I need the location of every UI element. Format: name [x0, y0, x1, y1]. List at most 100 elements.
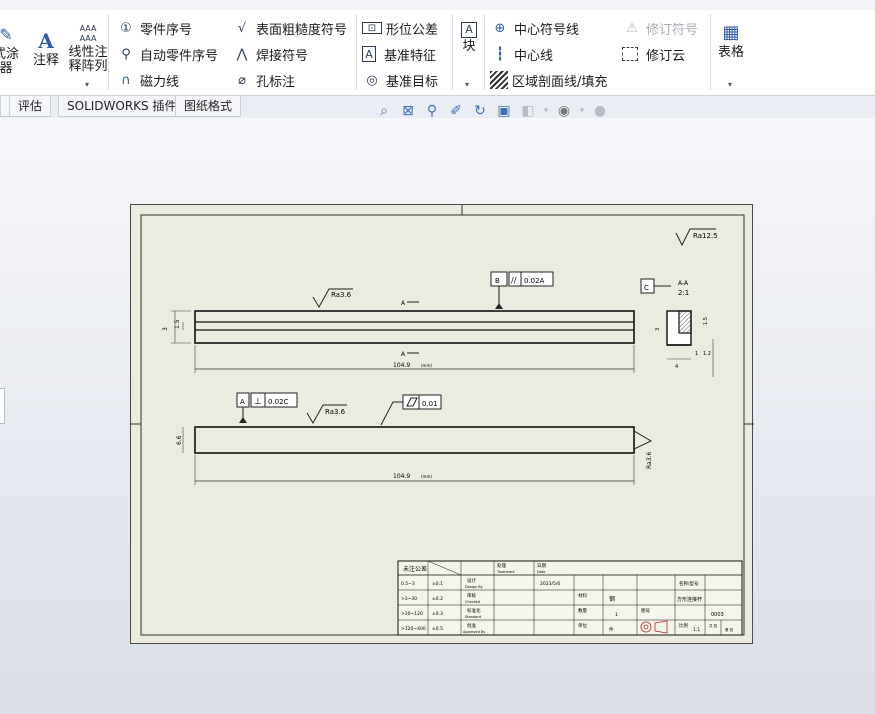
tb-role-design: 设计: [467, 577, 476, 584]
drawing-sheet[interactable]: Ra12.5 Ra3.6 A A B // 0.02A 3 1.5 104.9 …: [130, 204, 754, 644]
linear-note-pattern-button[interactable]: AAA AAA 线性注 释阵列: [66, 24, 110, 74]
tab-evaluate[interactable]: 评估: [9, 96, 52, 117]
format-painter-label-2: 器: [0, 61, 13, 76]
drawing-canvas: Ra12.5 Ra3.6 A A B // 0.02A 3 1.5 104.9 …: [131, 205, 754, 636]
tb-role-standard: 标准化: [467, 607, 481, 614]
detail-datum: C: [644, 284, 649, 292]
format-painter-label-1: 式涂: [0, 47, 19, 62]
dim-det-1: 1.2: [703, 351, 711, 357]
dim-det-3: 4: [675, 364, 678, 370]
detail-view-name: A-A: [678, 280, 689, 287]
geometric-tolerance-icon: ⊡: [362, 22, 382, 34]
command-manager-ribbon: ✎ 式涂 器 A 注释 AAAAAA 线性注 释阵列 ▾ ①零件序号 ⚲自动零件…: [0, 0, 875, 96]
magnetic-line-button[interactable]: ∩ 磁力线: [116, 68, 179, 92]
tb-sheet-label: 共 张: [709, 623, 718, 628]
roughness-top-text: Ra3.6: [331, 291, 352, 299]
tb-unit-value: 件: [609, 626, 614, 633]
table-dropdown-icon[interactable]: ▾: [728, 80, 732, 89]
surface-finish-icon: √: [237, 20, 247, 36]
auto-balloon-button[interactable]: ⚲ 自动零件序号: [116, 42, 218, 66]
tb-tol-val-1: ±0.2: [432, 596, 443, 602]
roughness-global-text: Ra12.5: [693, 232, 718, 240]
tb-tol-head: 未注公差: [403, 565, 427, 573]
balloon-label: 零件序号: [140, 22, 193, 38]
tb-tol-val-2: ±0.3: [432, 611, 443, 617]
block-dropdown-icon[interactable]: ▾: [465, 80, 469, 89]
top-view[interactable]: Ra3.6 A A B // 0.02A 3 1.5 104.9 (mm): [162, 271, 635, 373]
tb-role-approved-en: Approved By: [463, 630, 485, 634]
section-label-bottom: A: [401, 351, 406, 358]
tb-date-value: 2023/5/6: [540, 581, 560, 587]
geometric-tolerance-button[interactable]: ⊡ 形位公差: [362, 16, 438, 40]
roughness-global: Ra12.5: [675, 228, 718, 247]
tab-sheet-format[interactable]: 图纸格式: [175, 96, 242, 117]
weld-symbol-label: 焊接符号: [256, 48, 309, 64]
datum-feature-button[interactable]: A 基准特征: [362, 42, 436, 66]
tb-material-value: 钢: [609, 595, 615, 603]
geo-tol-flat-value: 0.01: [422, 400, 438, 408]
datum-target-icon: ◎: [366, 72, 378, 88]
balloon-button[interactable]: ① 零件序号: [116, 16, 192, 40]
perpendicular-icon: ⊥: [254, 397, 262, 407]
tb-drawing-no-value: 0003: [711, 612, 724, 618]
tb-scale-label: 比例: [679, 622, 688, 629]
revision-cloud-button[interactable]: 修订云: [622, 42, 685, 66]
tb-col-treatment: 处理: [497, 562, 506, 569]
tb-tol-range-3: >120~400: [401, 626, 426, 632]
datum-target-button[interactable]: ◎ 基准目标: [362, 68, 438, 92]
revision-cloud-label: 修订云: [646, 48, 686, 64]
pattern-glyph-2: AAA: [79, 34, 97, 43]
surface-finish-button[interactable]: √ 表面粗糙度符号: [232, 16, 347, 40]
tab-solidworks-addins[interactable]: SOLIDWORKS 插件: [58, 96, 186, 117]
area-hatch-icon: [490, 71, 508, 89]
tb-unit-label: 单位: [578, 622, 587, 629]
title-block[interactable]: 未注公差 处理 Treatment 日期 Date 0.5~3 ±0.1 >3~…: [397, 560, 743, 636]
center-mark-label: 中心符号线: [514, 22, 580, 38]
table-button[interactable]: ▦ 表格: [714, 22, 748, 60]
geo-tol-parallel-datum: B: [495, 277, 500, 285]
dim-bottom-length: 104.9: [393, 473, 410, 480]
tb-qty-value: 1: [615, 612, 618, 618]
geo-tol-parallel-value: 0.02A: [524, 277, 545, 285]
tb-role-checked-en: Checked: [465, 600, 480, 604]
note-button[interactable]: A 注释: [30, 30, 62, 68]
dim-det-2: 1: [695, 351, 698, 357]
note-icon: A: [38, 29, 54, 53]
table-icon: ▦: [722, 22, 740, 43]
tb-col-treatment-en: Treatment: [496, 570, 515, 574]
linear-note-pattern-dropdown-icon[interactable]: ▾: [85, 80, 89, 89]
tb-col-date: 日期: [537, 563, 546, 569]
parallel-icon: //: [511, 276, 517, 285]
section-label-top: A: [401, 300, 406, 307]
tb-scale-value: 1:1: [693, 627, 700, 633]
revision-symbol-label: 修订符号: [646, 22, 699, 38]
hole-callout-button[interactable]: ⌀ 孔标注: [232, 68, 295, 92]
tb-tol-range-1: >3~30: [401, 596, 417, 602]
table-label: 表格: [717, 45, 744, 60]
area-hatch-button[interactable]: 区域剖面线/填充: [490, 68, 607, 92]
magnetic-line-label: 磁力线: [140, 74, 180, 90]
geo-tol-perp-datum: A: [240, 398, 245, 406]
tb-role-checked: 审核: [467, 592, 476, 599]
tb-drawing-no-label: 图号: [641, 608, 650, 614]
centerline-icon: ┇: [496, 46, 504, 62]
tb-col-date-en: Date: [537, 570, 545, 574]
centerline-button[interactable]: ┇ 中心线: [490, 42, 553, 66]
center-mark-button[interactable]: ⊕ 中心符号线: [490, 16, 579, 40]
datum-feature-label: 基准特征: [384, 48, 437, 64]
dim-left-b: 1.5: [174, 319, 181, 329]
revision-symbol-button[interactable]: ⚠ 修订符号: [622, 16, 698, 40]
section-view-a-a[interactable]: C A-A 2:1 3 1.5 4 1 1.2: [640, 278, 714, 377]
linear-note-pattern-label-1: 线性注: [68, 45, 108, 60]
format-painter-button[interactable]: ✎ 式涂 器: [0, 24, 20, 76]
weld-symbol-button[interactable]: ⋀ 焊接符号: [232, 42, 308, 66]
side-panel-handle[interactable]: [0, 388, 5, 424]
hole-callout-label: 孔标注: [256, 74, 296, 90]
block-button[interactable]: A 块: [456, 22, 482, 54]
tb-tol-range-0: 0.5~3: [401, 581, 415, 587]
dim-top-length: 104.9: [393, 362, 410, 369]
dim-det-5: 3: [655, 328, 661, 331]
ribbon-separator: [452, 14, 453, 90]
front-view[interactable]: A ⊥ 0.02C Ra3.6 0.01 Ra3.6 6.6 104.9 (mm…: [176, 392, 653, 485]
surface-finish-label: 表面粗糙度符号: [256, 22, 348, 38]
